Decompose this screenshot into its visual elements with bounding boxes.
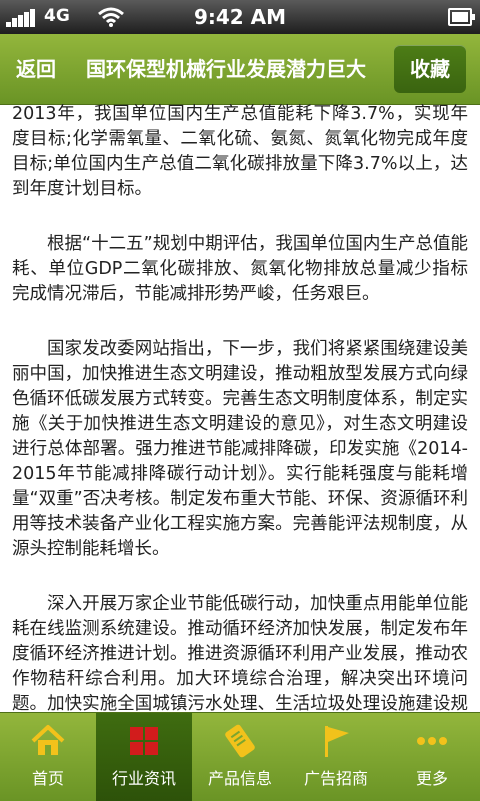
nav-item-news[interactable]: 行业资讯 <box>96 713 192 801</box>
article-paragraph: 深入开展万家企业节能低碳行动，加快重点用能单位能耗在线监测系统建设。推动循环经济… <box>12 594 468 712</box>
product-tag-icon <box>225 724 255 758</box>
article-paragraph: 根据“十二五”规划中期评估，我国单位国内生产总值能耗、单位GDP二氧化碳排放、氮… <box>12 234 468 304</box>
nav-item-ads[interactable]: 广告招商 <box>288 713 384 801</box>
battery-icon <box>448 8 475 26</box>
article-paragraph: 2013年，我国单位国内生产总值能耗下降3.7%，实现年度目标;化学需氧量、二氧… <box>12 104 468 199</box>
article-content[interactable]: 2013年，我国单位国内生产总值能耗下降3.7%，实现年度目标;化学需氧量、二氧… <box>0 104 480 712</box>
nav-label: 行业资讯 <box>111 769 176 788</box>
clock: 9:42 AM <box>193 5 287 29</box>
nav-item-home[interactable]: 首页 <box>0 713 96 801</box>
title-bar: 返回 国环保型机械行业发展潜力巨大 收藏 <box>0 34 480 105</box>
nav-label: 产品信息 <box>207 769 272 788</box>
page-title: 国环保型机械行业发展潜力巨大 <box>86 57 366 81</box>
article-paragraph: 国家发改委网站指出，下一步，我们将紧紧围绕建设美丽中国，加快推进生态文明建设，推… <box>12 339 468 559</box>
status-bar: 4G 9:42 AM <box>0 0 480 34</box>
nav-label: 更多 <box>415 769 448 788</box>
nav-label: 首页 <box>31 769 64 788</box>
flag-icon <box>325 726 349 757</box>
bottom-nav: 首页 行业资讯 产品信息 广告招商 更多 <box>0 712 480 801</box>
nav-label: 广告招商 <box>303 769 368 788</box>
favorite-button[interactable]: 收藏 <box>394 45 466 93</box>
home-icon <box>31 725 65 755</box>
nav-item-products[interactable]: 产品信息 <box>192 713 288 801</box>
nav-item-more[interactable]: 更多 <box>384 713 480 801</box>
back-button[interactable]: 返回 <box>16 48 80 90</box>
news-grid-icon <box>130 727 158 755</box>
more-dots-icon <box>417 737 447 745</box>
